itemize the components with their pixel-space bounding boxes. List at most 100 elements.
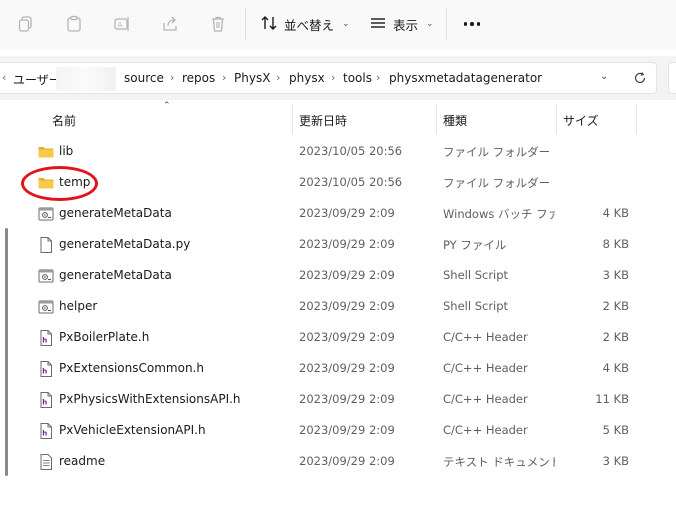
svg-text:h: h [42, 399, 47, 407]
vertical-scrollbar[interactable] [5, 228, 8, 476]
chevron-down-icon: ⌄ [426, 19, 434, 29]
file-type: テキスト ドキュメント [443, 455, 555, 469]
file-name: generateMetaData [59, 268, 172, 282]
sort-label: 並べ替え [284, 17, 335, 33]
file-name: lib [59, 144, 74, 158]
breadcrumb-separator-icon: › [276, 71, 281, 84]
file-row[interactable]: helper 2023/09/29 2:09 Shell Script 2 KB [22, 291, 636, 322]
file-size: 4 KB [602, 206, 629, 220]
delete-icon[interactable] [204, 10, 232, 38]
rename-icon[interactable]: A [108, 10, 136, 38]
view-icon [369, 14, 387, 35]
svg-text:h: h [42, 368, 47, 376]
more-icon [463, 22, 468, 26]
file-row[interactable]: h PxBoilerPlate.h 2023/09/29 2:09 C/C++ Hea… [22, 322, 636, 353]
file-size: 11 KB [595, 392, 629, 406]
breadcrumb-item[interactable]: ユーザー [13, 71, 61, 88]
file-type: ファイル フォルダー [443, 145, 551, 159]
file-date: 2023/09/29 2:09 [299, 299, 395, 313]
file-size: 2 KB [602, 330, 629, 344]
file-row[interactable]: h PxExtensionsCommon.h 2023/09/29 2:09 C/C+… [22, 353, 636, 384]
file-date: 2023/09/29 2:09 [299, 330, 395, 344]
paste-icon[interactable] [60, 10, 88, 38]
svg-text:h: h [42, 430, 47, 438]
address-bar[interactable]: ‹ ユーザー source › repos › PhysX › physx › … [0, 62, 657, 94]
file-name: PxBoilerPlate.h [59, 330, 150, 344]
redacted-username [56, 67, 116, 91]
column-divider[interactable] [292, 104, 293, 134]
address-row: ‹ ユーザー source › repos › PhysX › physx › … [0, 56, 676, 100]
file-size: 4 KB [602, 361, 629, 375]
file-row[interactable]: lib 2023/10/05 20:56 ファイル フォルダー [22, 136, 636, 167]
sort-ascending-icon: ⌃ [163, 101, 171, 111]
breadcrumb-item[interactable]: tools [343, 71, 372, 85]
toolbar-divider [245, 8, 246, 40]
file-type: ファイル フォルダー [443, 176, 551, 190]
file-name: generateMetaData.py [59, 237, 191, 251]
file-date: 2023/10/05 20:56 [299, 144, 403, 158]
svg-text:h: h [42, 337, 47, 345]
file-row[interactable]: h PxPhysicsWithExtensionsAPI.h 2023/09/29 … [22, 384, 636, 415]
file-name: PxVehicleExtensionAPI.h [59, 423, 206, 437]
file-row[interactable]: generateMetaData.py 2023/09/29 2:09 PY ファイ… [22, 229, 636, 260]
column-divider[interactable] [556, 104, 557, 134]
file-date: 2023/09/29 2:09 [299, 423, 395, 437]
view-button[interactable]: 表示 ⌄ [369, 10, 434, 38]
sort-button[interactable]: 並べ替え ⌄ [260, 10, 350, 38]
breadcrumb-item-current[interactable]: physxmetadatagenerator [389, 71, 542, 85]
more-options-button[interactable] [456, 10, 488, 38]
breadcrumb-item[interactable]: repos [182, 71, 215, 85]
view-label: 表示 [393, 17, 419, 33]
column-divider[interactable] [436, 104, 437, 134]
header-file-icon: h [37, 329, 55, 347]
copy-icon[interactable] [12, 10, 40, 38]
file-size: 3 KB [602, 454, 629, 468]
command-bar: A 並べ替え ⌄ 表示 ⌄ [0, 0, 676, 50]
header-file-icon: h [37, 391, 55, 409]
file-type: C/C++ Header [443, 392, 528, 406]
file-date: 2023/09/29 2:09 [299, 392, 395, 406]
file-row[interactable]: temp 2023/10/05 20:56 ファイル フォルダー [22, 167, 636, 198]
breadcrumb-item[interactable]: PhysX [234, 71, 270, 85]
document-icon [37, 236, 55, 254]
file-row[interactable]: h PxVehicleExtensionAPI.h 2023/09/29 2:09 C… [22, 415, 636, 446]
file-size: 3 KB [602, 268, 629, 282]
file-type: PY ファイル [443, 238, 507, 252]
file-row[interactable]: readme 2023/09/29 2:09 テキスト ドキュメント 3 KB [22, 446, 636, 477]
more-icon-dot [470, 22, 474, 26]
share-icon[interactable] [156, 10, 184, 38]
breadcrumb-separator-icon: › [170, 71, 175, 84]
file-size: 5 KB [602, 423, 629, 437]
address-dropdown-icon[interactable]: ⌄ [600, 71, 608, 82]
file-name: generateMetaData [59, 206, 172, 220]
file-row[interactable]: generateMetaData 2023/09/29 2:09 Windows バ… [22, 198, 636, 229]
svg-text:A: A [118, 21, 123, 29]
file-date: 2023/09/29 2:09 [299, 206, 395, 220]
file-type: C/C++ Header [443, 423, 528, 437]
folder-icon [37, 143, 55, 161]
column-header-type[interactable]: 種類 [443, 112, 467, 129]
file-size: 2 KB [602, 299, 629, 313]
file-date: 2023/10/05 20:56 [299, 175, 403, 189]
file-row[interactable]: generateMetaData 2023/09/29 2:09 Shell Scr… [22, 260, 636, 291]
column-divider[interactable] [636, 104, 637, 134]
file-type: Shell Script [443, 299, 509, 313]
header-file-icon: h [37, 360, 55, 378]
breadcrumb-chevron-icon: ‹ [2, 71, 7, 84]
more-icon-dot [476, 22, 481, 26]
search-box[interactable] [668, 62, 676, 94]
script-file-icon [37, 267, 55, 285]
file-date: 2023/09/29 2:09 [299, 361, 395, 375]
file-name: helper [59, 299, 98, 313]
script-file-icon [37, 298, 55, 316]
file-type: C/C++ Header [443, 361, 528, 375]
column-header-size[interactable]: サイズ [563, 112, 599, 129]
breadcrumb-item[interactable]: physx [289, 71, 325, 85]
chevron-down-icon: ⌄ [342, 19, 350, 29]
breadcrumb-separator-icon: › [331, 71, 336, 84]
column-header-date[interactable]: 更新日時 [299, 112, 347, 129]
column-header-name[interactable]: 名前 [52, 112, 76, 129]
file-type: Shell Script [443, 268, 509, 282]
toolbar-divider [446, 8, 447, 40]
breadcrumb-item[interactable]: source [124, 71, 164, 85]
